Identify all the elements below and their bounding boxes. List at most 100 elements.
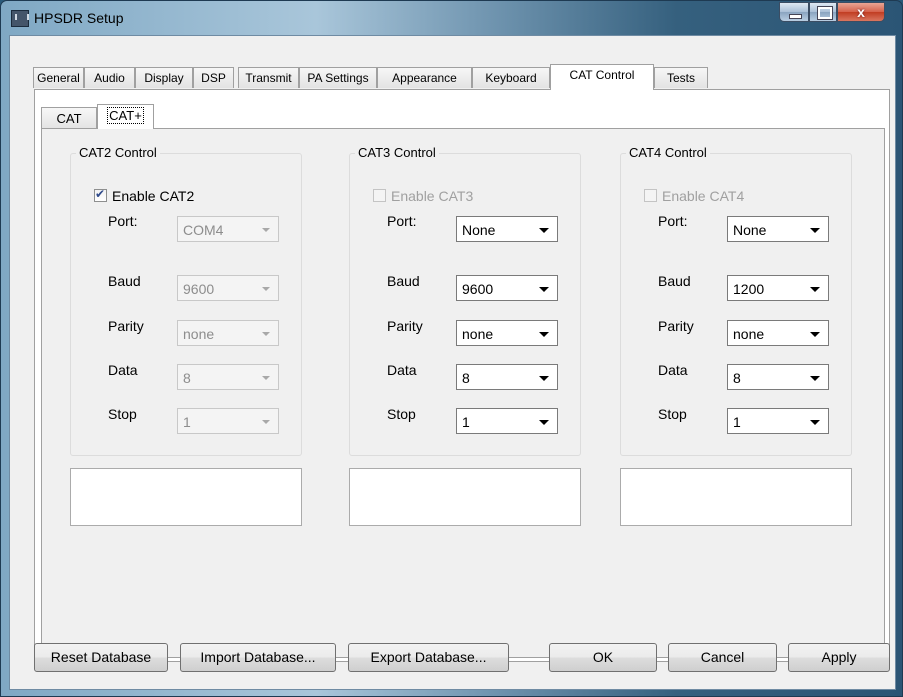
cat3-baud-select[interactable]: 9600 bbox=[456, 275, 558, 301]
reset-database-button[interactable]: Reset Database bbox=[34, 643, 168, 672]
cat2-group-title: CAT2 Control bbox=[76, 145, 160, 160]
cat3-baud-value: 9600 bbox=[462, 281, 494, 297]
tab-general[interactable]: General bbox=[33, 67, 84, 88]
data-label: Data bbox=[658, 362, 688, 378]
tab-display[interactable]: Display bbox=[135, 67, 193, 88]
tab-tests[interactable]: Tests bbox=[654, 67, 708, 88]
data-label: Data bbox=[108, 362, 138, 378]
cat-control-panel: CAT CAT+ CAT2 Control Enable CAT2 Port: … bbox=[34, 89, 890, 662]
tab-dsp[interactable]: DSP bbox=[193, 67, 234, 88]
parity-label: Parity bbox=[387, 318, 423, 334]
chevron-down-icon bbox=[539, 287, 549, 292]
cat2-stop-value: 1 bbox=[183, 414, 191, 430]
chevron-down-icon bbox=[539, 376, 549, 381]
cat-plus-panel: CAT2 Control Enable CAT2 Port: COM4 Baud… bbox=[41, 128, 885, 658]
maximize-button[interactable] bbox=[809, 2, 837, 22]
baud-label: Baud bbox=[387, 273, 420, 289]
cat4-parity-value: none bbox=[733, 326, 765, 342]
enable-cat3-label: Enable CAT3 bbox=[391, 188, 474, 204]
stop-label: Stop bbox=[108, 406, 137, 422]
tab-pa-settings[interactable]: PA Settings bbox=[299, 67, 377, 88]
port-label: Port: bbox=[387, 213, 417, 229]
cat2-baud-select[interactable]: 9600 bbox=[177, 275, 279, 301]
enable-cat2-label: Enable CAT2 bbox=[112, 188, 195, 204]
tab-cat-control[interactable]: CAT Control bbox=[550, 64, 654, 90]
chevron-down-icon bbox=[539, 228, 549, 233]
tab-transmit[interactable]: Transmit bbox=[238, 67, 299, 88]
checkbox-box[interactable] bbox=[373, 189, 386, 202]
cat2-control-group: CAT2 Control Enable CAT2 Port: COM4 Baud… bbox=[70, 145, 302, 456]
baud-label: Baud bbox=[658, 273, 691, 289]
chevron-down-icon bbox=[539, 332, 549, 337]
chevron-down-icon bbox=[810, 332, 820, 337]
cat3-port-select[interactable]: None bbox=[456, 216, 558, 242]
chevron-down-icon bbox=[262, 376, 270, 380]
cat2-port-value: COM4 bbox=[183, 222, 224, 238]
apply-button[interactable]: Apply bbox=[788, 643, 890, 672]
cat3-port-value: None bbox=[462, 222, 496, 238]
cat2-parity-value: none bbox=[183, 326, 215, 342]
chevron-down-icon bbox=[262, 287, 270, 291]
cat4-baud-select[interactable]: 1200 bbox=[727, 275, 829, 301]
cat4-port-select[interactable]: None bbox=[727, 216, 829, 242]
cat3-parity-value: none bbox=[462, 326, 494, 342]
port-label: Port: bbox=[658, 213, 688, 229]
cancel-button[interactable]: Cancel bbox=[668, 643, 777, 672]
tab-appearance[interactable]: Appearance bbox=[377, 67, 472, 88]
window-title: HPSDR Setup bbox=[34, 10, 124, 26]
cat2-baud-value: 9600 bbox=[183, 281, 215, 297]
title-bar[interactable]: HPSDR Setup x bbox=[1, 1, 902, 35]
cat4-baud-value: 1200 bbox=[733, 281, 765, 297]
chevron-down-icon bbox=[810, 287, 820, 292]
tab-cat-plus-label: CAT+ bbox=[107, 107, 144, 124]
checkbox-box[interactable] bbox=[94, 187, 107, 202]
cat4-stop-select[interactable]: 1 bbox=[727, 408, 829, 434]
tab-cat-plus[interactable]: CAT+ bbox=[97, 104, 154, 129]
chevron-down-icon bbox=[810, 228, 820, 233]
cat3-stop-value: 1 bbox=[462, 414, 470, 430]
cat3-group-title: CAT3 Control bbox=[355, 145, 439, 160]
chevron-down-icon bbox=[810, 376, 820, 381]
cat4-parity-select[interactable]: none bbox=[727, 320, 829, 346]
cat2-status-box bbox=[70, 468, 302, 526]
cat2-data-value: 8 bbox=[183, 370, 191, 386]
cat3-parity-select[interactable]: none bbox=[456, 320, 558, 346]
cat4-data-select[interactable]: 8 bbox=[727, 364, 829, 390]
stop-label: Stop bbox=[658, 406, 687, 422]
chevron-down-icon bbox=[262, 420, 270, 424]
ok-button[interactable]: OK bbox=[549, 643, 657, 672]
port-label: Port: bbox=[108, 213, 138, 229]
minimize-icon bbox=[789, 14, 802, 19]
cat2-stop-select[interactable]: 1 bbox=[177, 408, 279, 434]
close-icon: x bbox=[857, 4, 865, 20]
setup-window: HPSDR Setup x General Audio Display DSP … bbox=[0, 0, 903, 697]
tab-cat[interactable]: CAT bbox=[41, 107, 97, 129]
checkbox-box[interactable] bbox=[644, 189, 657, 202]
app-icon bbox=[11, 10, 29, 27]
cat3-status-box bbox=[349, 468, 581, 526]
minimize-button[interactable] bbox=[779, 2, 809, 22]
cat3-stop-select[interactable]: 1 bbox=[456, 408, 558, 434]
chevron-down-icon bbox=[539, 420, 549, 425]
cat4-status-box bbox=[620, 468, 852, 526]
cat2-port-select[interactable]: COM4 bbox=[177, 216, 279, 242]
cat2-parity-select[interactable]: none bbox=[177, 320, 279, 346]
import-database-button[interactable]: Import Database... bbox=[180, 643, 336, 672]
cat3-data-select[interactable]: 8 bbox=[456, 364, 558, 390]
chevron-down-icon bbox=[262, 332, 270, 336]
parity-label: Parity bbox=[108, 318, 144, 334]
tab-keyboard[interactable]: Keyboard bbox=[472, 67, 550, 88]
cat2-data-select[interactable]: 8 bbox=[177, 364, 279, 390]
tab-audio[interactable]: Audio bbox=[84, 67, 135, 88]
baud-label: Baud bbox=[108, 273, 141, 289]
export-database-button[interactable]: Export Database... bbox=[348, 643, 509, 672]
cat4-data-value: 8 bbox=[733, 370, 741, 386]
cat4-stop-value: 1 bbox=[733, 414, 741, 430]
cat3-control-group: CAT3 Control Enable CAT3 Port: None Baud… bbox=[349, 145, 581, 456]
dialog-client-area: General Audio Display DSP Transmit PA Se… bbox=[9, 35, 896, 690]
data-label: Data bbox=[387, 362, 417, 378]
cat4-port-value: None bbox=[733, 222, 767, 238]
enable-cat4-label: Enable CAT4 bbox=[662, 188, 745, 204]
close-button[interactable]: x bbox=[837, 2, 885, 22]
maximize-icon bbox=[817, 6, 833, 20]
